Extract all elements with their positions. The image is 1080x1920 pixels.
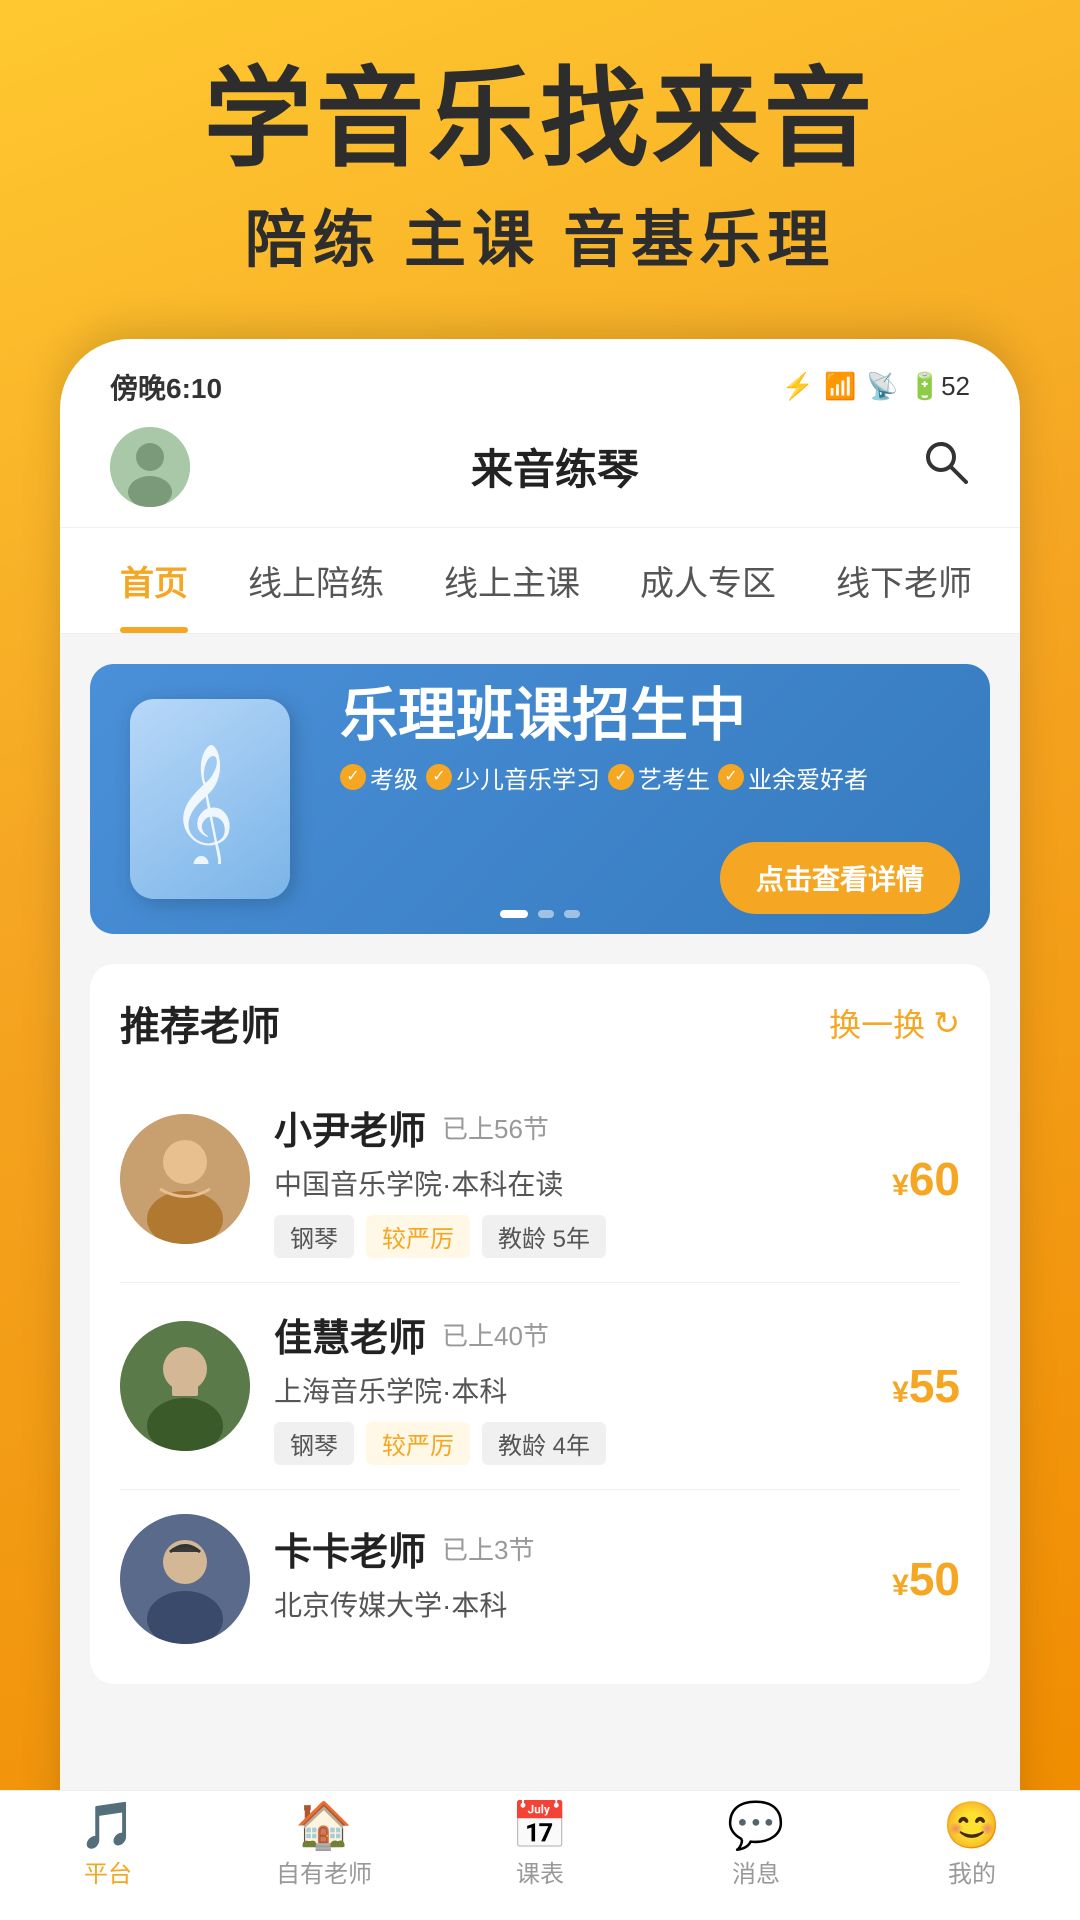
nav-item-profile[interactable]: 😊 我的 — [864, 1802, 1080, 1889]
avatar[interactable] — [110, 427, 190, 507]
banner[interactable]: 𝄞 乐理班课招生中 考级 少儿音乐学习 艺考生 业余爱好者 点 — [90, 664, 990, 934]
bottom-nav: 🎵 平台 🏠 自有老师 📅 课表 💬 消息 😊 我的 — [0, 1790, 1080, 1920]
teacher-avatar-3 — [120, 1514, 250, 1644]
teacher-avatar-2 — [120, 1321, 250, 1451]
status-time: 傍晚6:10 — [110, 367, 222, 407]
teacher-price-2: ¥55 — [892, 1359, 960, 1413]
refresh-label: 换一换 — [829, 1000, 925, 1046]
teacher-lessons-2: 已上40节 — [442, 1316, 549, 1353]
banner-dot-2 — [538, 910, 554, 918]
teacher-info-2: 佳慧老师 已上40节 上海音乐学院·本科 钢琴 较严厉 教龄 4年 — [274, 1307, 868, 1465]
status-icons: ⚡ 📶 📡 🔋52 — [782, 371, 970, 402]
tab-adult[interactable]: 成人专区 — [610, 528, 806, 633]
teacher-price-1: ¥60 — [892, 1152, 960, 1206]
app-title: 来音练琴 — [471, 436, 639, 497]
banner-cta-button[interactable]: 点击查看详情 — [720, 842, 960, 914]
nav-label-schedule: 课表 — [516, 1854, 564, 1889]
nav-item-schedule[interactable]: 📅 课表 — [432, 1802, 648, 1889]
teacher-name-row-3: 卡卡老师 已上3节 — [274, 1521, 868, 1576]
bluetooth-icon: ⚡ — [782, 371, 814, 402]
nav-label-profile: 我的 — [948, 1854, 996, 1889]
tab-class[interactable]: 班 — [1002, 528, 1020, 633]
svg-text:𝄞: 𝄞 — [170, 745, 235, 864]
tag-piano-1: 钢琴 — [274, 1215, 354, 1258]
recommended-teachers-section: 推荐老师 换一换 ↻ — [90, 964, 990, 1684]
teacher-school-3: 北京传媒大学·本科 — [274, 1584, 868, 1624]
teacher-info-3: 卡卡老师 已上3节 北京传媒大学·本科 — [274, 1521, 868, 1636]
refresh-icon: ↻ — [933, 1004, 960, 1042]
status-bar: 傍晚6:10 ⚡ 📶 📡 🔋52 — [60, 339, 1020, 417]
teacher-lessons-1: 已上56节 — [442, 1109, 549, 1146]
banner-tags: 考级 少儿音乐学习 艺考生 业余爱好者 — [340, 760, 960, 795]
nav-label-platform: 平台 — [84, 1854, 132, 1889]
nav-item-own-teacher[interactable]: 🏠 自有老师 — [216, 1802, 432, 1889]
banner-tag-2: 少儿音乐学习 — [426, 760, 600, 795]
banner-tag-1: 考级 — [340, 760, 418, 795]
tab-home[interactable]: 首页 — [90, 528, 218, 633]
section-header: 推荐老师 换一换 ↻ — [120, 994, 960, 1052]
table-row[interactable]: 佳慧老师 已上40节 上海音乐学院·本科 钢琴 较严厉 教龄 4年 ¥55 — [120, 1283, 960, 1490]
banner-content: 乐理班课招生中 考级 少儿音乐学习 艺考生 业余爱好者 点击查看详情 — [330, 664, 990, 934]
hero-subtitle: 陪练 主课 音基乐理 — [60, 189, 1020, 279]
teacher-tags-2: 钢琴 较严厉 教龄 4年 — [274, 1422, 868, 1465]
teacher-info-1: 小尹老师 已上56节 中国音乐学院·本科在读 钢琴 较严厉 教龄 5年 — [274, 1100, 868, 1258]
teacher-school-2: 上海音乐学院·本科 — [274, 1370, 868, 1410]
schedule-icon: 📅 — [511, 1802, 568, 1848]
banner-tag-3: 艺考生 — [608, 760, 710, 795]
tag-piano-2: 钢琴 — [274, 1422, 354, 1465]
tag-strict-1: 较严厉 — [366, 1215, 470, 1258]
tab-offline-teacher[interactable]: 线下老师 — [806, 528, 1002, 633]
platform-icon: 🎵 — [79, 1802, 136, 1848]
tag-years-1: 教龄 5年 — [482, 1215, 606, 1258]
search-button[interactable] — [920, 436, 970, 497]
banner-title: 乐理班课招生中 — [340, 684, 960, 748]
refresh-button[interactable]: 换一换 ↻ — [829, 1000, 960, 1046]
tag-strict-2: 较严厉 — [366, 1422, 470, 1465]
wifi-icon: 📶 — [824, 371, 856, 402]
teacher-tags-1: 钢琴 较严厉 教龄 5年 — [274, 1215, 868, 1258]
banner-dots — [500, 910, 580, 918]
teacher-name-3: 卡卡老师 — [274, 1521, 426, 1576]
nav-item-platform[interactable]: 🎵 平台 — [0, 1802, 216, 1889]
nav-label-own-teacher: 自有老师 — [276, 1854, 372, 1889]
main-content: 𝄞 乐理班课招生中 考级 少儿音乐学习 艺考生 业余爱好者 点 — [60, 634, 1020, 1854]
table-row[interactable]: 卡卡老师 已上3节 北京传媒大学·本科 ¥50 — [120, 1490, 960, 1654]
tab-online-practice[interactable]: 线上陪练 — [218, 528, 414, 633]
banner-phone: 𝄞 — [130, 699, 290, 899]
teacher-avatar-1 — [120, 1114, 250, 1244]
teacher-lessons-3: 已上3节 — [442, 1530, 534, 1567]
teacher-name-1: 小尹老师 — [274, 1100, 426, 1155]
banner-dot-1 — [500, 910, 528, 918]
banner-illustration: 𝄞 — [90, 664, 330, 934]
nav-tabs: 首页 线上陪练 线上主课 成人专区 线下老师 班 — [60, 528, 1020, 634]
profile-icon: 😊 — [943, 1802, 1000, 1848]
section-title: 推荐老师 — [120, 994, 280, 1052]
tag-years-2: 教龄 4年 — [482, 1422, 606, 1465]
banner-tag-4: 业余爱好者 — [718, 760, 868, 795]
teacher-price-3: ¥50 — [892, 1552, 960, 1606]
hero-title: 学音乐找来音 — [60, 60, 1020, 179]
own-teacher-icon: 🏠 — [295, 1802, 352, 1848]
teacher-school-1: 中国音乐学院·本科在读 — [274, 1163, 868, 1203]
tab-online-class[interactable]: 线上主课 — [414, 528, 610, 633]
teacher-name-row-1: 小尹老师 已上56节 — [274, 1100, 868, 1155]
nav-label-messages: 消息 — [732, 1854, 780, 1889]
signal-icon: 📡 — [866, 371, 898, 402]
phone-shell: 傍晚6:10 ⚡ 📶 📡 🔋52 来音练琴 — [60, 339, 1020, 1854]
teacher-name-row-2: 佳慧老师 已上40节 — [274, 1307, 868, 1362]
table-row[interactable]: 小尹老师 已上56节 中国音乐学院·本科在读 钢琴 较严厉 教龄 5年 ¥60 — [120, 1076, 960, 1283]
messages-icon: 💬 — [727, 1802, 784, 1848]
app-header: 来音练琴 — [60, 417, 1020, 528]
battery-icon: 🔋52 — [909, 371, 970, 402]
teacher-name-2: 佳慧老师 — [274, 1307, 426, 1362]
hero-section: 学音乐找来音 陪练 主课 音基乐理 傍晚6:10 ⚡ 📶 📡 🔋52 来音练 — [0, 0, 1080, 1854]
banner-dot-3 — [564, 910, 580, 918]
nav-item-messages[interactable]: 💬 消息 — [648, 1802, 864, 1889]
